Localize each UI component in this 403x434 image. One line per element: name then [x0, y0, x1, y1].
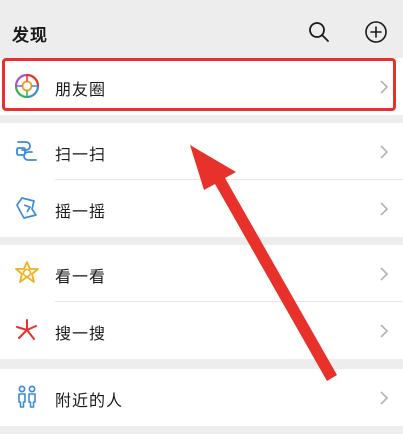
pointer-arrow — [190, 145, 337, 381]
